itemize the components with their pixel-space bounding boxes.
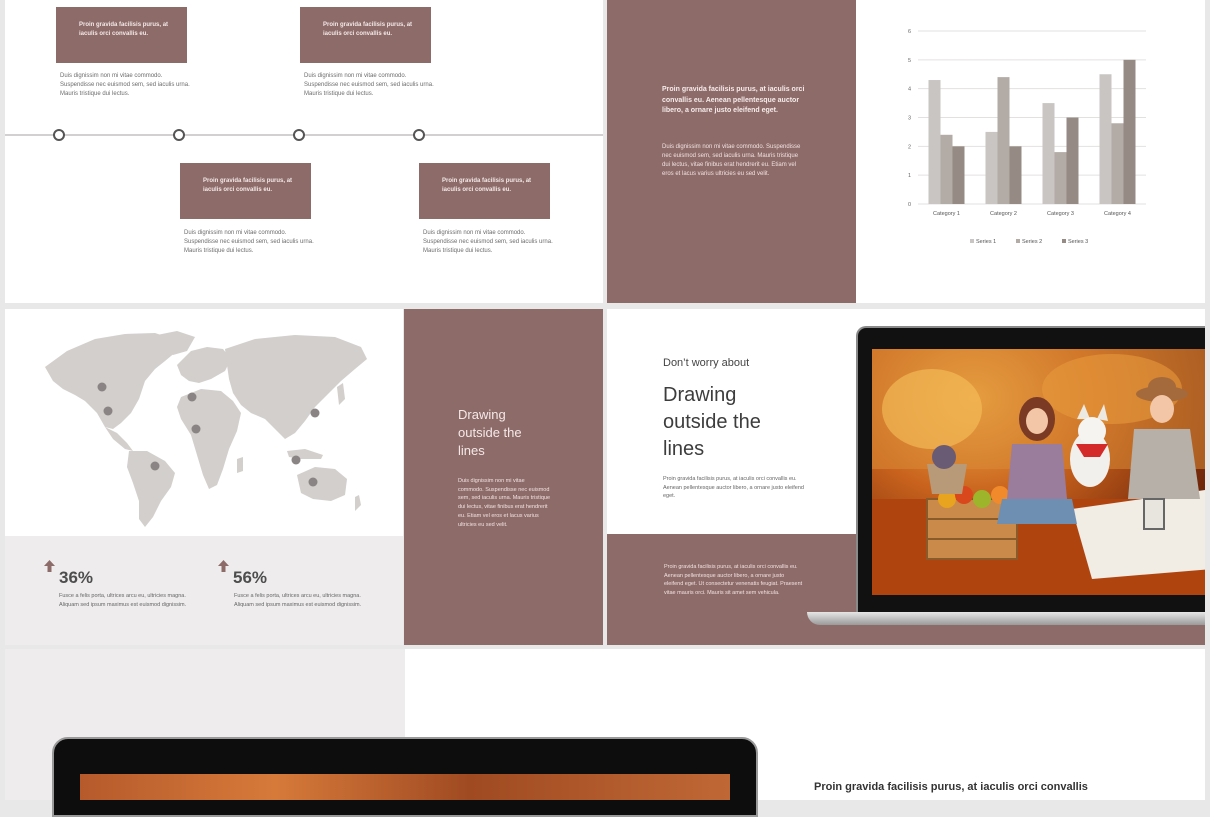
drawing-photo-body: Proin gravida facilisis purus, at iaculi… bbox=[663, 476, 804, 499]
x-tick-label: Category 2 bbox=[990, 211, 1017, 217]
y-tick-label: 2 bbox=[908, 144, 911, 150]
africa bbox=[177, 389, 241, 489]
timeline-text-1: Duis dignissim non mi vitae commodo. Sus… bbox=[60, 73, 190, 97]
australia bbox=[297, 467, 347, 501]
timeline-box-3: Proin gravida facilisis purus, at iaculi… bbox=[180, 163, 311, 219]
rose-band-body: Proin gravida facilisis purus, at iaculi… bbox=[664, 564, 803, 596]
rose-heading: Proin gravida facilisis purus, at iaculi… bbox=[662, 86, 805, 114]
slide-drawing-photo[interactable]: Don’t worry about Drawing outside the li… bbox=[607, 309, 1205, 645]
slide-chart[interactable]: 0 1 2 3 4 5 6 Category 1 Category 2 Category 3 Cat… bbox=[856, 0, 1205, 303]
slide-drawing-rose[interactable]: Drawing outside the lines Duis dignissim… bbox=[404, 309, 603, 645]
bar bbox=[1054, 152, 1067, 204]
timeline-dot-2[interactable] bbox=[173, 129, 185, 141]
bar bbox=[985, 131, 998, 204]
bar bbox=[1099, 74, 1112, 204]
arrow-up-icon bbox=[44, 560, 55, 572]
laptop-screen-photo bbox=[872, 349, 1205, 595]
map-pin-3[interactable] bbox=[187, 392, 197, 402]
madagascar bbox=[237, 457, 243, 473]
drawing-photo-title: Drawing outside the lines bbox=[663, 384, 761, 460]
bar-chart: 0 1 2 3 4 5 6 Category 1 Category 2 Category 3 Cat… bbox=[908, 29, 1146, 245]
drawing-body: Duis dignissim non mi vitae commodo. Sus… bbox=[458, 478, 551, 528]
map-pin-7[interactable] bbox=[291, 455, 301, 465]
map-pin-8[interactable] bbox=[308, 477, 318, 487]
timeline-text-4: Duis dignissim non mi vitae commodo. Sus… bbox=[423, 230, 553, 254]
bar bbox=[997, 77, 1010, 204]
legend-swatch bbox=[970, 239, 974, 243]
slide-timeline[interactable]: Proin gravida facilisis purus, at iaculi… bbox=[5, 0, 603, 303]
legend-label: Series 3 bbox=[1068, 239, 1088, 245]
new-zealand bbox=[355, 495, 361, 511]
y-tick-label: 5 bbox=[908, 58, 911, 64]
laptop-base bbox=[807, 612, 1205, 625]
stat-text-1: Fusce a felis porta, ultrices arcu eu, u… bbox=[59, 593, 187, 608]
timeline-dot-1[interactable] bbox=[53, 129, 65, 141]
bar bbox=[940, 134, 953, 204]
map-pin-5[interactable] bbox=[150, 461, 160, 471]
stat-value-2: 56% bbox=[233, 568, 268, 587]
world-map bbox=[45, 331, 367, 527]
drawing-title: Drawing outside the lines bbox=[458, 407, 522, 458]
timeline-box-4: Proin gravida facilisis purus, at iaculi… bbox=[419, 163, 550, 219]
bar bbox=[1009, 146, 1022, 204]
x-tick-label: Category 3 bbox=[1047, 211, 1074, 217]
timeline-box-2: Proin gravida facilisis purus, at iaculi… bbox=[300, 7, 431, 63]
bottom-heading: Proin gravida facilisis purus, at iaculi… bbox=[814, 781, 1088, 793]
bottom-laptop-screen bbox=[80, 774, 730, 800]
asia bbox=[225, 335, 367, 439]
stat-text-2: Fusce a felis porta, ultrices arcu eu, u… bbox=[234, 593, 362, 608]
bar bbox=[928, 80, 941, 204]
timeline-dot-4[interactable] bbox=[413, 129, 425, 141]
slide-rose-text[interactable]: Proin gravida facilisis purus, at iaculi… bbox=[607, 0, 856, 303]
japan bbox=[337, 383, 345, 405]
legend-swatch bbox=[1016, 239, 1020, 243]
timeline-dot-3[interactable] bbox=[293, 129, 305, 141]
map-pin-2[interactable] bbox=[103, 406, 113, 416]
y-tick-label: 0 bbox=[908, 202, 911, 208]
y-tick-label: 6 bbox=[908, 29, 911, 35]
bar bbox=[1123, 59, 1136, 205]
map-pin-1[interactable] bbox=[97, 382, 107, 392]
picnic-photo bbox=[872, 349, 1205, 595]
central-america bbox=[105, 427, 133, 451]
y-tick-label: 3 bbox=[908, 116, 911, 122]
x-tick-label: Category 1 bbox=[933, 211, 960, 217]
north-america bbox=[45, 333, 177, 429]
rose-body: Duis dignissim non mi vitae commodo. Sus… bbox=[662, 144, 801, 177]
legend-label: Series 2 bbox=[1022, 239, 1042, 245]
kicker-text: Don’t worry about bbox=[663, 357, 750, 369]
y-tick-label: 1 bbox=[908, 173, 911, 179]
bar bbox=[1042, 103, 1055, 204]
x-tick-label: Category 4 bbox=[1104, 211, 1131, 217]
map-land bbox=[45, 331, 367, 527]
legend-swatch bbox=[1062, 239, 1066, 243]
timeline-text-2: Duis dignissim non mi vitae commodo. Sus… bbox=[304, 73, 434, 97]
stat-value-1: 36% bbox=[59, 568, 94, 587]
slide-map[interactable]: 36% Fusce a felis porta, ultrices arcu e… bbox=[5, 309, 403, 645]
timeline-box-1: Proin gravida facilisis purus, at iaculi… bbox=[56, 7, 187, 63]
map-pin-4[interactable] bbox=[191, 424, 201, 434]
bar bbox=[1066, 117, 1079, 204]
map-pin-6[interactable] bbox=[310, 408, 320, 418]
legend-label: Series 1 bbox=[976, 239, 996, 245]
south-america bbox=[127, 451, 175, 527]
timeline-text-3: Duis dignissim non mi vitae commodo. Sus… bbox=[184, 230, 314, 254]
y-tick-label: 4 bbox=[908, 87, 911, 93]
bar bbox=[952, 146, 965, 204]
europe bbox=[177, 347, 231, 383]
bar bbox=[1111, 123, 1124, 204]
stats-band: 36% Fusce a felis porta, ultrices arcu e… bbox=[5, 536, 403, 645]
arrow-up-icon bbox=[218, 560, 229, 572]
